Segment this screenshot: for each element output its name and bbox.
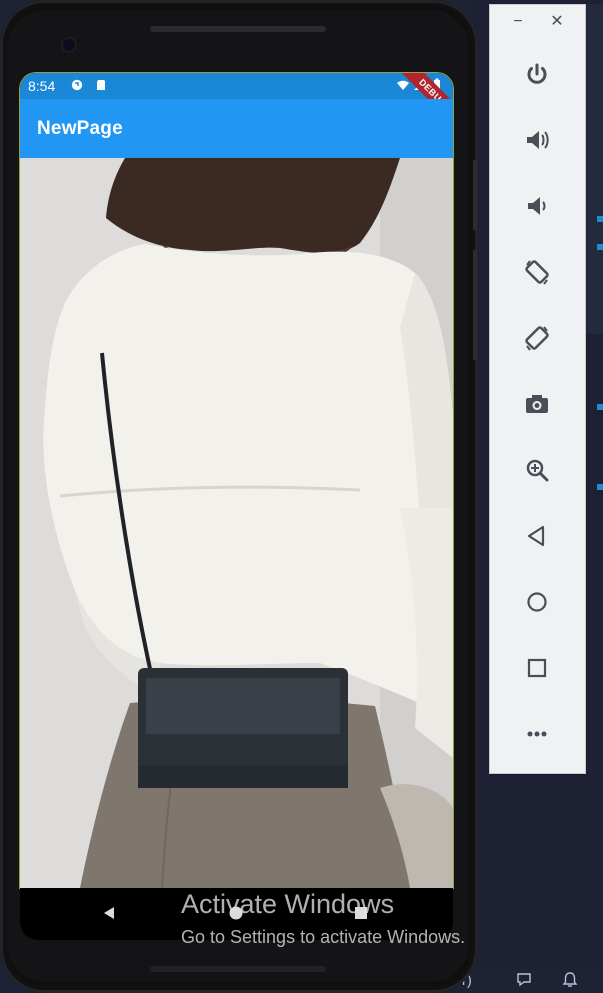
sd-card-icon	[94, 78, 108, 92]
nav-overview-icon[interactable]	[350, 902, 372, 924]
more-icon	[527, 731, 547, 737]
status-time: 8:54	[28, 78, 56, 94]
rotate-left-icon	[525, 260, 549, 285]
ide-highlight-strip	[585, 4, 603, 334]
desktop-root: itor) 8:54	[0, 0, 603, 993]
android-nav-bar	[20, 888, 453, 940]
emulator-toolbar: − ✕	[489, 4, 586, 774]
ide-scroll-marker	[597, 244, 603, 250]
volume-up-icon	[527, 131, 549, 149]
fashion-photo	[20, 158, 453, 888]
phone-side-button	[473, 160, 477, 230]
screenshot-button[interactable]	[520, 387, 554, 421]
feedback-icon[interactable]	[515, 971, 533, 989]
rotate-left-button[interactable]	[520, 255, 554, 289]
phone-screen: 8:54 DEBUG NewPage	[20, 73, 453, 888]
nav-back-icon[interactable]	[98, 902, 120, 924]
close-icon[interactable]: ✕	[548, 13, 566, 31]
front-camera-icon	[63, 39, 75, 51]
minimize-icon[interactable]: −	[509, 13, 527, 31]
power-button[interactable]	[520, 57, 554, 91]
sync-icon	[70, 78, 84, 92]
notification-bell-icon[interactable]	[561, 971, 579, 989]
emulator-toolbar-header: − ✕	[490, 5, 585, 41]
back-icon	[527, 525, 545, 547]
zoom-icon	[526, 459, 549, 482]
ide-scroll-marker	[597, 404, 603, 410]
home-button[interactable]	[520, 585, 554, 619]
volume-down-icon	[528, 197, 546, 215]
home-icon	[527, 592, 547, 612]
more-button[interactable]	[520, 717, 554, 751]
volume-up-button[interactable]	[520, 123, 554, 157]
zoom-button[interactable]	[520, 453, 554, 487]
rotate-right-icon	[525, 326, 549, 351]
power-icon	[527, 63, 547, 84]
ide-scroll-marker	[597, 484, 603, 490]
back-button[interactable]	[520, 519, 554, 553]
volume-down-button[interactable]	[520, 189, 554, 223]
app-bar: NewPage	[20, 99, 453, 158]
rotate-right-button[interactable]	[520, 321, 554, 355]
phone-side-button	[473, 250, 477, 360]
fashion-photo-illustration	[20, 158, 453, 888]
nav-home-icon[interactable]	[225, 902, 247, 924]
phone-frame: 8:54 DEBUG NewPage	[0, 0, 478, 993]
overview-button[interactable]	[520, 651, 554, 685]
android-status-bar: 8:54 DEBUG	[20, 73, 453, 133]
ide-scroll-marker	[597, 216, 603, 222]
camera-icon	[526, 395, 548, 413]
overview-icon	[527, 658, 547, 678]
bottom-speaker	[150, 966, 326, 972]
page-title: NewPage	[37, 118, 123, 139]
top-speaker	[150, 26, 326, 32]
